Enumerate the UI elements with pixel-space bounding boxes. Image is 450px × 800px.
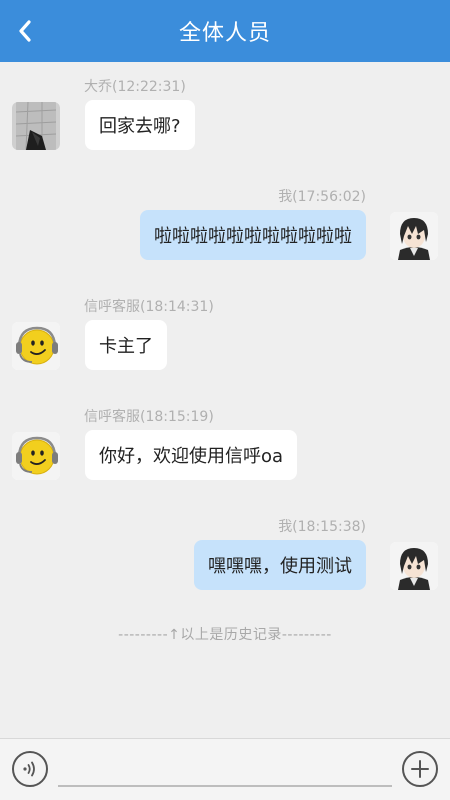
voice-button[interactable]: [12, 751, 48, 787]
plus-icon: [411, 760, 429, 778]
message-sender-time: 信呼客服(18:14:31): [84, 299, 214, 315]
support-smiley-avatar[interactable]: [12, 322, 60, 370]
support-smiley-avatar[interactable]: [12, 432, 60, 480]
anime-avatar[interactable]: [390, 212, 438, 260]
message-bubble[interactable]: 你好，欢迎使用信呼oa: [85, 430, 298, 480]
message-sender-time: 信呼客服(18:15:19): [84, 409, 214, 425]
history-divider: ---------↑以上是历史记录---------: [118, 627, 332, 643]
message-bubble[interactable]: 回家去哪?: [85, 100, 195, 150]
message-sender-time: 我(18:15:38): [278, 519, 366, 535]
input-bar: [0, 738, 450, 800]
message-bubble[interactable]: 啦啦啦啦啦啦啦啦啦啦啦: [140, 210, 366, 260]
message-sender-time: 我(17:56:02): [278, 189, 366, 205]
message-input[interactable]: [58, 751, 392, 785]
page-title: 全体人员: [178, 21, 271, 46]
photo-avatar[interactable]: [12, 102, 60, 150]
chat-screen: 全体人员 大乔(12:22:31) 回家去哪? 我(17:56:02) 啦啦啦啦…: [0, 0, 450, 800]
message-bubble[interactable]: 卡主了: [85, 320, 167, 370]
top-bar: 全体人员: [0, 0, 450, 62]
back-button[interactable]: [10, 14, 40, 48]
voice-icon: [23, 761, 35, 777]
chevron-left-icon: [19, 20, 31, 42]
message-input-wrapper: [58, 751, 392, 787]
message-sender-time: 大乔(12:22:31): [84, 79, 186, 95]
anime-avatar[interactable]: [390, 542, 438, 590]
add-button[interactable]: [402, 751, 438, 787]
message-bubble[interactable]: 嘿嘿嘿，使用测试: [194, 540, 366, 590]
